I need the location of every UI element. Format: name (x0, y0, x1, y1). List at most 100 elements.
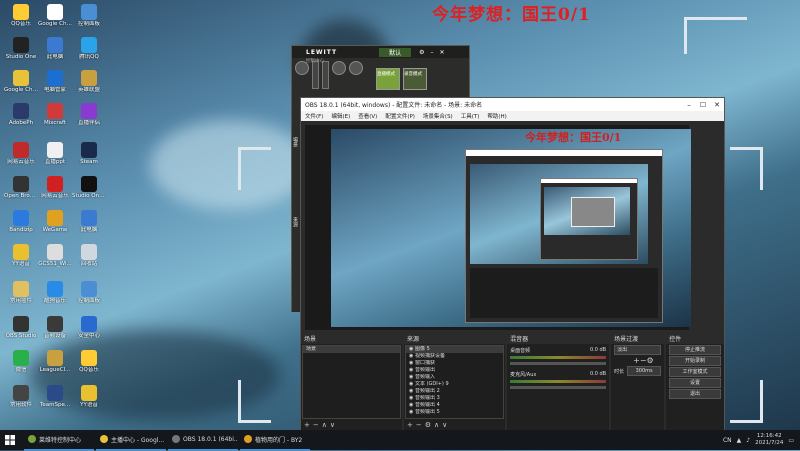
network-icon[interactable]: ▲ (737, 437, 742, 444)
sources-toolbar[interactable]: +−⚙∧∨ (407, 421, 450, 429)
gear-icon[interactable]: ⚙ (419, 49, 424, 56)
control-button[interactable]: 工作室模式 (669, 367, 721, 377)
source-item[interactable]: ◉ 窗口捕获 (406, 360, 503, 367)
desktop-icon[interactable]: Bandizip (4, 210, 38, 233)
desktop-icon-label: 常用插件 (9, 298, 32, 304)
scenes-toolbar[interactable]: +−∧∨ (304, 421, 338, 429)
clock[interactable]: 12:16:42 2021/7/24 (755, 433, 783, 447)
menu-item[interactable]: 编辑(E) (331, 112, 350, 120)
desktop-icon[interactable]: 酷狗音乐 (38, 281, 72, 304)
desktop-icon[interactable]: Studio One (4, 37, 38, 60)
maximize-button[interactable]: ☐ (696, 101, 710, 109)
desktop-icon[interactable]: Steam (72, 142, 106, 165)
transition-toolbar[interactable]: +−⚙ (611, 356, 664, 365)
desktop-icon[interactable]: Studio One 3 (72, 176, 106, 199)
control-button[interactable]: 停止推流 (669, 345, 721, 355)
menu-item[interactable]: 查看(V) (358, 112, 377, 120)
desktop-icon[interactable]: TeamSpe... (38, 385, 72, 408)
desktop-icon[interactable]: 腾讯QQ (72, 37, 106, 60)
lewitt-control-panel[interactable]: LEWITT 默认 ⚙ – ✕ 直播模式 录音模式 控制中心 (291, 45, 470, 99)
desktop-icon[interactable]: QQ音乐 (72, 350, 106, 373)
minimize-icon[interactable]: – (431, 49, 434, 56)
lewitt-controls (292, 58, 366, 92)
desktop-icon[interactable]: WeGame (38, 210, 72, 233)
menu-item[interactable]: 帮助(H) (487, 112, 506, 120)
desktop-icon[interactable]: OBS Studio (4, 316, 38, 339)
taskbar-item[interactable]: 植物用的门 - BY2 (240, 429, 310, 451)
lewitt-preset[interactable]: 默认 (379, 47, 412, 57)
desktop-icon[interactable]: 回收站 (72, 244, 106, 267)
desktop-icon[interactable]: 音频设备 (38, 316, 72, 339)
control-button[interactable]: 开始录制 (669, 356, 721, 366)
desktop-icon[interactable]: 微信 (4, 350, 38, 373)
source-item[interactable]: ◉ 音频输入 (406, 374, 503, 381)
desktop-icon[interactable]: 此电脑 (72, 210, 106, 233)
menu-item[interactable]: 工具(T) (461, 112, 480, 120)
desktop-icon[interactable]: 此电脑 (38, 37, 72, 60)
desktop-icon[interactable]: 网易云音乐 (38, 176, 72, 199)
desktop-icon[interactable]: AdobePh (4, 103, 38, 126)
desktop-icon[interactable]: Open Broadcast... (4, 176, 38, 199)
desktop-icon[interactable]: YY语音 (4, 244, 38, 267)
control-button[interactable]: 退出 (669, 389, 721, 399)
scene-item[interactable]: 场景 (303, 346, 401, 353)
source-item[interactable]: ◉ 音频输出 3 (406, 395, 503, 402)
source-item[interactable]: ◉ 音频输出 4 (406, 402, 503, 409)
menu-item[interactable]: 文件(F) (305, 112, 323, 120)
desktop-icon[interactable]: 英雄联盟 (72, 70, 106, 93)
desktop-icon[interactable]: 直播ppt (38, 142, 72, 165)
menu-item[interactable]: 配置文件(P) (385, 112, 415, 120)
scenes-list[interactable]: 场景 (302, 345, 402, 419)
control-button[interactable]: 设置 (669, 378, 721, 388)
obs-window[interactable]: OBS 18.0.1 (64bit, windows) - 配置文件: 未命名 … (300, 97, 725, 432)
sources-list[interactable]: ◉ 图像 5 ◉ 视频捕获设备 ◉ 窗口捕获 ◉ 音频输出 ◉ 音频输入 ◉ 文本 (GD… (405, 345, 505, 419)
volume-icon[interactable]: ♪ (746, 437, 750, 444)
ime-indicator[interactable]: CN (723, 437, 732, 444)
minimize-button[interactable]: – (682, 101, 696, 109)
volume-slider[interactable] (510, 386, 607, 389)
desktop-icon[interactable]: GCS51_Wi... (38, 244, 72, 267)
lewitt-titlebar[interactable]: LEWITT 默认 ⚙ – ✕ (292, 46, 469, 58)
desktop-icon[interactable]: Google Chrome (4, 70, 38, 93)
desktop-icon[interactable]: 直播伴侣 (72, 103, 106, 126)
obs-preview[interactable]: 今年梦想：国王0/1 (305, 125, 691, 330)
windows-start-icon[interactable] (0, 430, 20, 450)
desktop-icon[interactable]: Mixcraft (38, 103, 72, 126)
taskbar-item[interactable]: OBS 18.0.1 (64bi... (168, 429, 238, 451)
slider-2[interactable] (322, 61, 329, 89)
source-item[interactable]: ◉ 音频输出 5 (406, 409, 503, 416)
desktop-icon[interactable]: Google Chrome... (38, 4, 72, 27)
knob-volume[interactable] (349, 61, 363, 75)
desktop-icon[interactable]: 网易云音乐 (4, 142, 38, 165)
volume-slider[interactable] (510, 362, 607, 365)
menu-item[interactable]: 场景集合(S) (423, 112, 453, 120)
duration-input[interactable]: 300ms (627, 366, 662, 376)
desktop-icon-label: GCS51_Wi... (38, 261, 72, 267)
close-icon[interactable]: ✕ (440, 49, 445, 56)
lewitt-mode-live-button[interactable]: 直播模式 (376, 68, 400, 90)
desktop-icon[interactable]: QQ音乐 (4, 4, 38, 27)
desktop-icon[interactable]: 安全中心 (72, 316, 106, 339)
desktop-icon[interactable]: 常用插件 (4, 281, 38, 304)
source-item[interactable]: ◉ 图像 5 (406, 346, 504, 353)
source-item[interactable]: ◉ 音频输出 (406, 367, 503, 374)
source-item[interactable]: ◉ 文本 (GDI+) 9 (406, 381, 503, 388)
desktop-icon[interactable]: 常用软件 (4, 385, 38, 408)
notification-icon[interactable]: ▭ (788, 437, 794, 444)
lewitt-mode-record-button[interactable]: 录音模式 (403, 68, 427, 90)
source-item[interactable]: ◉ 音频输出 2 (406, 388, 503, 395)
transition-type-select[interactable]: 淡出 (614, 345, 662, 355)
desktop-icon[interactable]: 电脑管家 (38, 70, 72, 93)
desktop-icon[interactable]: 控制面板 (72, 4, 106, 27)
slider-1[interactable] (312, 61, 319, 89)
taskbar-item[interactable]: 主播中心 - Googl... (96, 429, 166, 451)
desktop-icon[interactable]: LeagueCl... (38, 350, 72, 373)
desktop-icon-label: 安全中心 (77, 333, 100, 339)
source-item[interactable]: ◉ 视频捕获设备 (406, 353, 503, 360)
taskbar-item[interactable]: 莱维特控制中心 (24, 429, 94, 451)
desktop-icon[interactable]: 控制面板 (72, 281, 106, 304)
knob-mix[interactable] (332, 61, 346, 75)
close-button[interactable]: ✕ (710, 101, 724, 109)
desktop-icon[interactable]: YY语音 (72, 385, 106, 408)
obs-titlebar[interactable]: OBS 18.0.1 (64bit, windows) - 配置文件: 未命名 … (301, 98, 724, 111)
